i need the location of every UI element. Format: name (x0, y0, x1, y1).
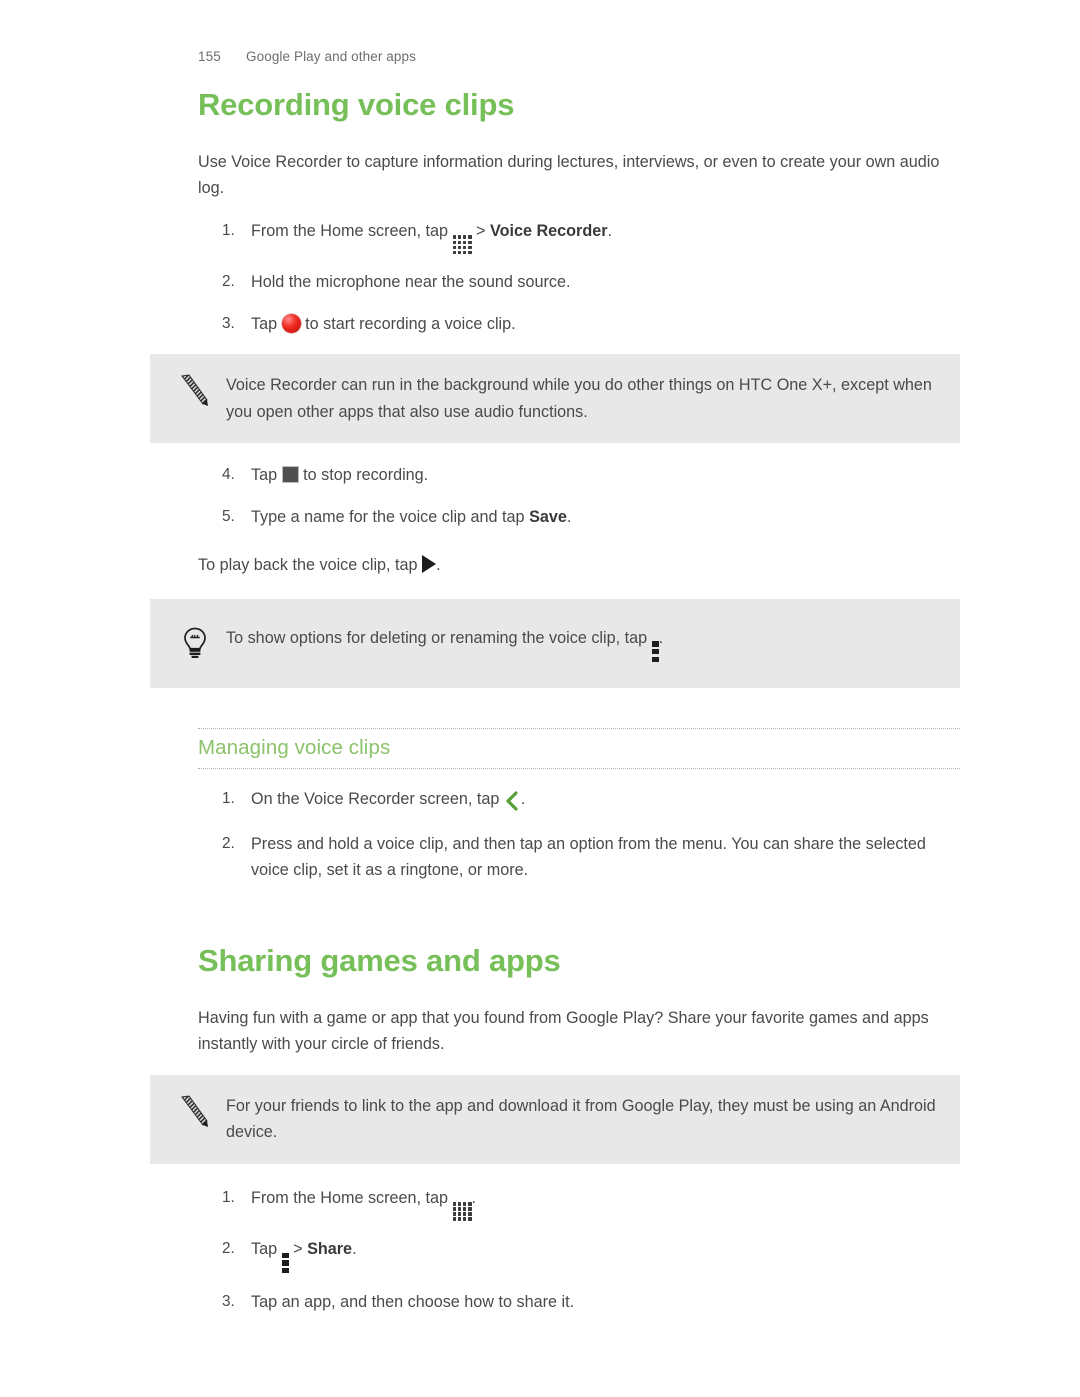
list-item: 2. Hold the microphone near the sound sou… (198, 270, 960, 296)
step-number: 1. (222, 222, 235, 240)
overflow-menu-icon[interactable] (651, 641, 659, 663)
section-intro-paragraph: Use Voice Recorder to capture informatio… (198, 152, 940, 197)
step-text-post: . (566, 507, 572, 526)
step-text: Press and hold a voice clip, and then ta… (251, 835, 926, 880)
step-number: 3. (222, 1292, 235, 1310)
page-running-header: 155 Google Play and other apps (198, 49, 416, 64)
step-text-post: . (607, 222, 613, 241)
step-text: From the Home screen, tap (251, 222, 453, 241)
list-item: 3. Tap an app, and then choose how to sha… (198, 1290, 960, 1316)
playback-text-pre: To play back the voice clip, tap (198, 555, 423, 574)
list-item: 1. On the Voice Recorder screen, tap . (198, 787, 960, 816)
lightbulb-icon (172, 627, 218, 659)
playback-instruction: To play back the voice clip, tap . (198, 553, 960, 579)
step-text-mid: to start recording a voice clip. (300, 315, 516, 334)
overflow-menu-icon[interactable] (281, 1252, 289, 1274)
page-content: Recording voice clips Use Voice Recorder… (150, 87, 960, 1331)
list-item: 1. From the Home screen, tap > Voice Reco… (198, 219, 960, 255)
step-text: From the Home screen, tap (251, 1188, 453, 1207)
step-emphasis: Save (529, 507, 567, 526)
step-number: 2. (222, 835, 235, 853)
steps-list-recording: 1. From the Home screen, tap > Voice Reco… (198, 219, 960, 338)
subsection-title: Managing voice clips (198, 736, 391, 760)
step-number: 5. (222, 507, 235, 525)
step-text-mid: > (288, 1239, 308, 1258)
tip-text-post: . (658, 628, 664, 647)
list-item: 4. Tap to stop recording. (198, 463, 960, 489)
section-intro-paragraph-2: Having fun with a game or app that you f… (198, 1008, 929, 1053)
tip-text: To show options for deleting or renaming… (218, 625, 663, 663)
stop-button-icon[interactable] (281, 465, 299, 483)
step-emphasis: Voice Recorder (489, 222, 608, 241)
apps-grid-icon[interactable] (452, 235, 472, 255)
chapter-title: Google Play and other apps (246, 49, 416, 64)
steps-list-managing: 1. On the Voice Recorder screen, tap . 2.… (198, 787, 960, 884)
step-text-mid: . (471, 1188, 477, 1207)
step-text: Tap (251, 1239, 282, 1258)
tip-callout: To show options for deleting or renaming… (150, 598, 960, 689)
note-text-2: For your friends to link to the app and … (226, 1097, 936, 1142)
steps-list-sharing: 1. From the Home screen, tap . 2. Tap > Sh… (198, 1186, 960, 1316)
step-number: 1. (222, 1188, 235, 1206)
list-item: 2. Press and hold a voice clip, and then … (198, 832, 960, 884)
pencil-icon (172, 372, 218, 408)
document-page: 155 Google Play and other apps Recording… (0, 0, 1080, 1397)
step-text-mid: to stop recording. (298, 465, 429, 484)
step-text-mid: . (520, 790, 526, 809)
list-item: 5. Type a name for the voice clip and tap… (198, 505, 960, 531)
section-title-recording-voice-clips: Recording voice clips (198, 87, 515, 122)
page-number: 155 (198, 49, 221, 64)
apps-grid-icon[interactable] (452, 1201, 472, 1221)
step-text: On the Voice Recorder screen, tap (251, 790, 504, 809)
step-number: 1. (222, 790, 235, 808)
list-item: 1. From the Home screen, tap . (198, 1186, 960, 1221)
section-title-sharing-games-and-apps: Sharing games and apps (198, 942, 561, 978)
step-text-mid: > (471, 222, 490, 241)
subsection-header-managing-voice-clips: Managing voice clips (198, 728, 960, 770)
step-text: Type a name for the voice clip and tap (251, 507, 530, 526)
step-number: 3. (222, 315, 235, 333)
note-callout: Voice Recorder can run in the background… (150, 354, 960, 443)
list-item: 2. Tap > Share. (198, 1237, 960, 1274)
playback-text-post: . (436, 555, 441, 574)
list-item: 3. Tap to start recording a voice clip. (198, 312, 960, 338)
step-text-post: . (352, 1239, 357, 1258)
play-button-icon[interactable] (422, 554, 437, 573)
pencil-icon (172, 1093, 218, 1129)
step-emphasis: Share (307, 1239, 353, 1258)
tip-text-pre: To show options for deleting or renaming… (226, 628, 652, 647)
record-button-icon[interactable] (281, 314, 301, 334)
step-text: Tap (251, 465, 282, 484)
step-number: 2. (222, 1239, 235, 1257)
step-text: Hold the microphone near the sound sourc… (251, 273, 571, 292)
step-text: Tap an app, and then choose how to share… (251, 1292, 575, 1311)
back-chevron-icon[interactable] (504, 790, 521, 816)
note-callout-2: For your friends to link to the app and … (150, 1075, 960, 1164)
step-text: Tap (251, 315, 282, 334)
step-number: 4. (222, 465, 235, 483)
steps-list-recording-continued: 4. Tap to stop recording. 5. Type a name f… (198, 463, 960, 531)
step-number: 2. (222, 273, 235, 291)
note-text: Voice Recorder can run in the background… (226, 376, 932, 421)
subsection-body: 1. On the Voice Recorder screen, tap . 2.… (198, 787, 960, 884)
